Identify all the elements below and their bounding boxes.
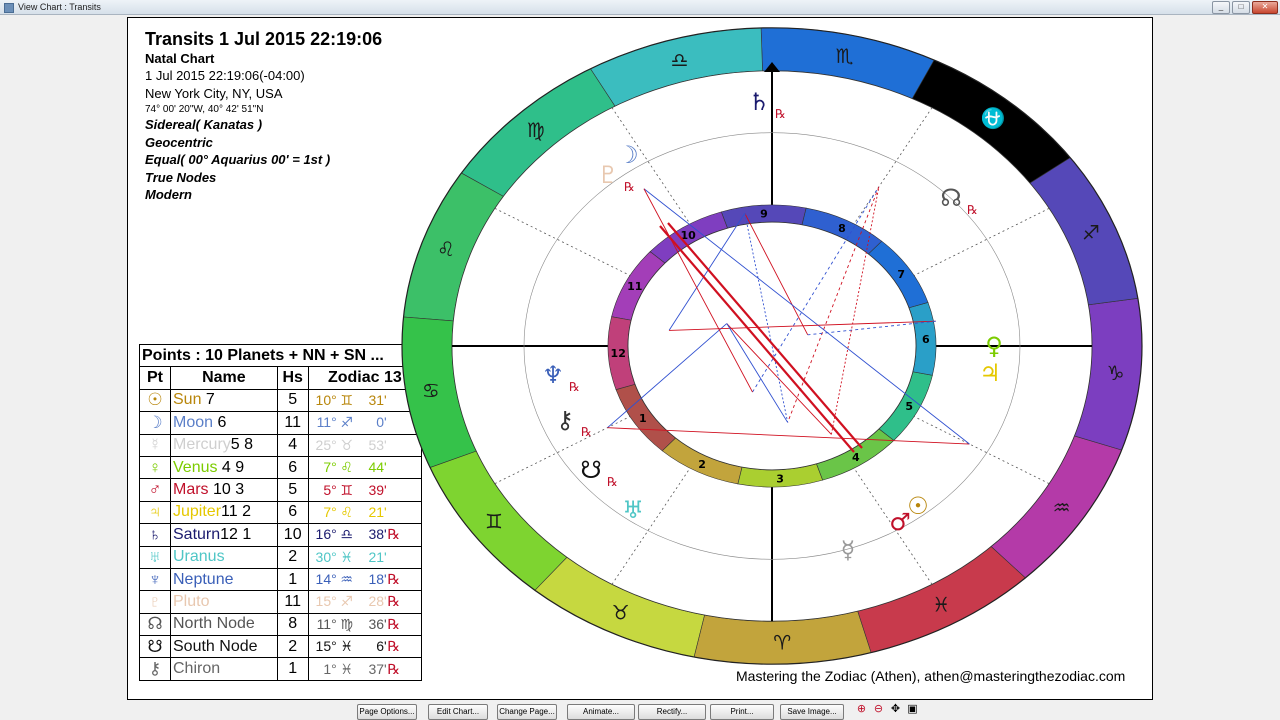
page-options-button[interactable]: Page Options... <box>357 704 417 720</box>
house-number: 12 <box>611 347 626 360</box>
planet-icon: ☿ <box>841 536 856 564</box>
planet-icon: ♆ <box>542 361 564 389</box>
close-button[interactable]: ✕ <box>1252 1 1278 14</box>
fit-window-icon[interactable]: ▣ <box>906 703 919 716</box>
retrograde-icon: ℞ <box>607 475 618 489</box>
retrograde-icon: ℞ <box>775 107 786 121</box>
planet-icon: ♂ <box>889 508 911 536</box>
chart-wheel: ♏♎♍♌♋♊♉♈♓♒♑♐⛎123456789101112♄ ℞☽♇ ℞ ☊ ℞♀♃♆ ℞⚷… <box>401 27 1143 665</box>
house-number: 7 <box>897 268 905 281</box>
planet-icon: ♃ <box>979 359 1001 387</box>
house-number: 2 <box>698 458 706 471</box>
zodiac-sign-icon: ⛎ <box>981 106 1006 130</box>
zoom-in-icon[interactable]: ⊕ <box>855 703 868 716</box>
minimize-button[interactable]: _ <box>1212 1 1230 14</box>
zodiac-sign-icon: ♑ <box>1107 361 1125 385</box>
planet-icon: ♀ <box>985 332 1003 360</box>
house-number: 1 <box>639 412 647 425</box>
planet-icon: ♇ <box>597 161 619 189</box>
window-titlebar: View Chart : Transits _ □ ✕ <box>0 0 1280 15</box>
zodiac-sign-icon: ♓ <box>932 593 950 617</box>
zoom-out-icon[interactable]: ⊖ <box>872 703 885 716</box>
zodiac-sign-icon: ♎ <box>671 48 689 72</box>
rectify-button[interactable]: Rectify... <box>638 704 706 720</box>
house-number: 5 <box>905 400 913 413</box>
print-button[interactable]: Print... <box>710 704 774 720</box>
retrograde-icon: ℞ <box>624 180 635 194</box>
planet-icon: ☋ <box>580 456 601 484</box>
credit-line: Mastering the Zodiac (Athen), athen@mast… <box>736 668 1126 684</box>
aspect-center-disc <box>627 221 917 471</box>
zodiac-sign-icon: ♍ <box>527 118 545 142</box>
zodiac-sign-icon: ♈ <box>773 631 791 655</box>
app-icon <box>4 3 14 13</box>
window-title: View Chart : Transits <box>18 2 101 12</box>
retrograde-icon: ℞ <box>581 425 592 439</box>
planet-icon: ☽ <box>617 141 639 169</box>
animate-button[interactable]: Animate... <box>567 704 635 720</box>
house-number: 8 <box>838 222 846 235</box>
planet-icon: ☊ <box>940 184 961 212</box>
retrograde-icon: ℞ <box>569 380 580 394</box>
retrograde-icon: ℞ <box>967 203 978 217</box>
house-number: 9 <box>760 208 768 221</box>
planet-icon: ⚷ <box>556 406 574 434</box>
change-page-button[interactable]: Change Page... <box>497 704 557 720</box>
pan-icon[interactable]: ✥ <box>889 703 902 716</box>
house-number: 4 <box>852 451 860 464</box>
zodiac-sign-icon: ♋ <box>422 378 440 402</box>
zodiac-sign-icon: ♒ <box>1053 495 1071 519</box>
edit-chart-button[interactable]: Edit Chart... <box>428 704 488 720</box>
zodiac-sign-icon: ♌ <box>437 237 455 261</box>
planet-icon: ♄ <box>748 88 770 116</box>
planet-icon: ♅ <box>622 496 644 524</box>
chart-canvas: Transits 1 Jul 2015 22:19:06 Natal Chart… <box>127 17 1153 700</box>
zodiac-sign-icon: ♏ <box>836 44 854 68</box>
bottom-toolbar: Page Options... Edit Chart... Change Pag… <box>0 700 1280 720</box>
zodiac-sign-icon: ♉ <box>612 601 630 625</box>
house-number: 3 <box>776 472 784 485</box>
house-number: 6 <box>922 333 930 346</box>
save-image-button[interactable]: Save Image... <box>780 704 844 720</box>
house-number: 11 <box>627 280 642 293</box>
maximize-button[interactable]: □ <box>1232 1 1250 14</box>
zodiac-sign-icon: ♊ <box>485 510 503 534</box>
zodiac-sign-icon: ♐ <box>1082 221 1100 245</box>
